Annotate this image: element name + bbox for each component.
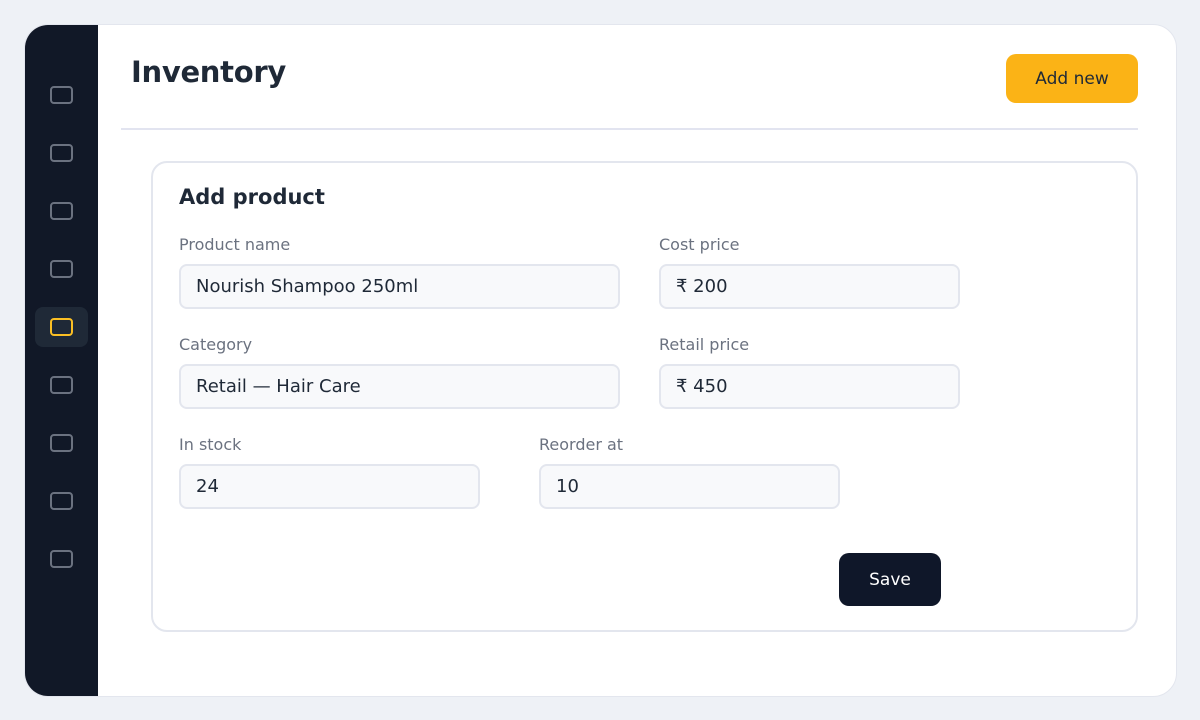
category-label: Category xyxy=(179,335,253,354)
sidebar-item-inventory[interactable] xyxy=(35,307,88,347)
reorder-at-input[interactable] xyxy=(539,464,840,509)
add-product-card: Add product Product name Cost price Cate… xyxy=(151,161,1138,632)
nav-icon xyxy=(50,492,73,510)
sidebar-item-7[interactable] xyxy=(35,423,88,463)
save-button[interactable]: Save xyxy=(839,553,941,606)
nav-icon xyxy=(50,376,73,394)
sidebar-item-4[interactable] xyxy=(35,249,88,289)
nav-icon xyxy=(50,202,73,220)
main-content: Inventory Add new Add product Product na… xyxy=(98,25,1176,696)
nav-icon xyxy=(50,434,73,452)
nav-icon xyxy=(50,144,73,162)
nav-icon xyxy=(50,86,73,104)
sidebar-item-6[interactable] xyxy=(35,365,88,405)
nav-icon xyxy=(50,550,73,568)
retail-price-label: Retail price xyxy=(659,335,750,354)
page-title: Inventory xyxy=(131,55,286,89)
cost-price-input[interactable] xyxy=(659,264,960,309)
sidebar-item-9[interactable] xyxy=(35,539,88,579)
app-window: Inventory Add new Add product Product na… xyxy=(24,24,1177,697)
sidebar-item-2[interactable] xyxy=(35,133,88,173)
sidebar-item-8[interactable] xyxy=(35,481,88,521)
add-new-button[interactable]: Add new xyxy=(1006,54,1138,103)
sidebar-item-3[interactable] xyxy=(35,191,88,231)
cost-price-label: Cost price xyxy=(659,235,740,254)
nav-icon xyxy=(50,260,73,278)
in-stock-label: In stock xyxy=(179,435,242,454)
in-stock-input[interactable] xyxy=(179,464,480,509)
product-name-label: Product name xyxy=(179,235,291,254)
category-input[interactable] xyxy=(179,364,620,409)
reorder-at-label: Reorder at xyxy=(539,435,624,454)
header-divider xyxy=(121,128,1138,130)
inventory-icon xyxy=(50,318,73,336)
sidebar-item-1[interactable] xyxy=(35,75,88,115)
sidebar xyxy=(25,25,98,696)
product-name-input[interactable] xyxy=(179,264,620,309)
card-title: Add product xyxy=(179,185,325,209)
retail-price-input[interactable] xyxy=(659,364,960,409)
